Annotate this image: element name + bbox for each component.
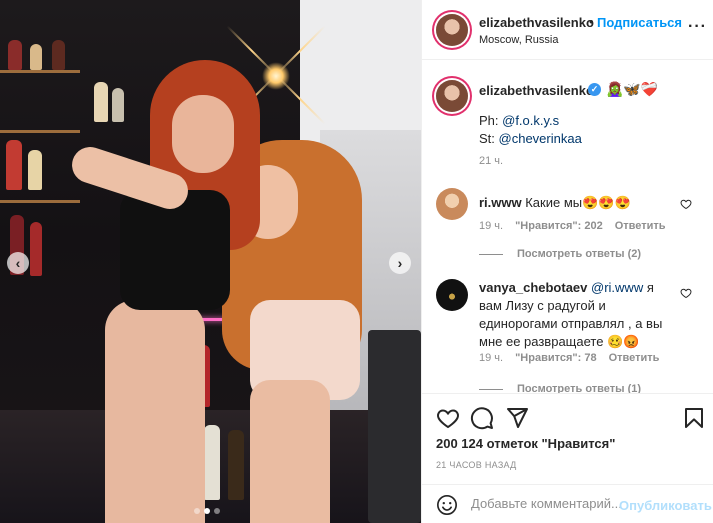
carousel-dot — [194, 508, 200, 514]
carousel-prev-button[interactable]: ‹ — [7, 252, 29, 274]
save-button[interactable] — [682, 406, 706, 430]
caption-avatar[interactable] — [436, 80, 468, 112]
photo-trash-bin — [368, 330, 421, 523]
caption-stylist: St: @cheverinkaa — [479, 131, 582, 146]
reply-button[interactable]: Ответить — [615, 220, 666, 232]
view-replies-button[interactable]: Посмотреть ответы (1) — [479, 383, 641, 393]
comment-text: ri.www Какие мы😍😍😍 — [479, 194, 679, 212]
mention-link[interactable]: @ri.www — [587, 280, 643, 295]
post-actions: 200 124 отметок "Нравится" 21 ЧАСОВ НАЗА… — [422, 393, 713, 523]
comment-icon — [470, 407, 493, 430]
smile-icon — [437, 495, 457, 515]
replies-divider — [479, 253, 503, 255]
heart-icon — [680, 288, 692, 299]
avatar[interactable] — [436, 14, 468, 46]
comment-avatar[interactable] — [436, 279, 468, 311]
chevron-left-icon: ‹ — [15, 255, 21, 271]
post-time[interactable]: 21 ЧАСОВ НАЗАД — [436, 460, 517, 470]
comment-like-button[interactable] — [680, 287, 692, 299]
comment-button[interactable] — [470, 406, 494, 430]
photo-bottle — [6, 140, 22, 190]
comment-username[interactable]: vanya_chebotaev — [479, 280, 587, 295]
caption-st-label: St: — [479, 131, 499, 146]
publish-button[interactable]: Опубликовать — [619, 498, 712, 513]
caption-ph-label: Ph: — [479, 113, 503, 128]
carousel-next-button[interactable]: › — [389, 252, 411, 274]
chevron-right-icon: › — [397, 255, 403, 271]
caption-emoji: 🧟‍♀️🦋❤️‍🩹 — [606, 81, 659, 97]
comment-avatar[interactable] — [436, 188, 468, 220]
post-sidebar: elizabethvasilenko • Подписаться Moscow,… — [421, 0, 713, 523]
photo-bottle — [52, 40, 65, 70]
mention-link[interactable]: @cheverinkaa — [499, 131, 582, 146]
emoji-button[interactable] — [436, 494, 458, 516]
view-replies-label: Посмотреть ответы (1) — [517, 383, 642, 393]
view-replies-label: Посмотреть ответы (2) — [517, 248, 642, 260]
bookmark-icon — [685, 408, 703, 428]
carousel-dot-active — [204, 508, 210, 514]
header-separator: • — [589, 14, 594, 29]
more-horizontal-icon: ··· — [688, 18, 707, 35]
caption-photographer: Ph: @f.o.k.y.s — [479, 113, 559, 128]
comment-input[interactable] — [471, 496, 621, 511]
photo-person-1-legs — [105, 300, 205, 523]
carousel-dot — [214, 508, 220, 514]
more-options-button[interactable]: ··· — [688, 18, 707, 36]
photo-bottle — [30, 222, 42, 276]
post-photo[interactable]: ‹ › — [0, 0, 421, 523]
likes-count[interactable]: 200 124 отметок "Нравится" — [436, 436, 615, 451]
view-replies-button[interactable]: Посмотреть ответы (2) — [479, 248, 641, 260]
like-button[interactable] — [436, 406, 460, 430]
comment-username[interactable]: ri.www — [479, 195, 522, 210]
mention-link[interactable]: @f.o.k.y.s — [502, 113, 559, 128]
carousel-dots — [194, 508, 220, 514]
caption-time[interactable]: 21 ч. — [479, 155, 503, 167]
send-icon — [507, 408, 528, 428]
photo-bottle — [94, 82, 108, 122]
reply-button[interactable]: Ответить — [609, 352, 660, 364]
photo-bottle — [228, 430, 244, 500]
comment-likes[interactable]: "Нравится": 78 — [515, 352, 596, 364]
photo-person-1-face — [172, 95, 234, 173]
comment-body: Какие мы😍😍😍 — [521, 195, 631, 210]
caption-username[interactable]: elizabethvasilenko — [479, 83, 594, 98]
comment-text: vanya_chebotaev @ri.www я вам Лизу с рад… — [479, 279, 679, 351]
follow-button[interactable]: Подписаться — [597, 15, 682, 30]
photo-shelf — [0, 70, 80, 73]
comment-time[interactable]: 19 ч. — [479, 352, 503, 364]
photo-bottle — [30, 44, 42, 70]
heart-icon — [437, 409, 459, 429]
comment-meta: 19 ч. "Нравится": 78 Ответить — [479, 352, 659, 364]
share-button[interactable] — [505, 406, 529, 430]
photo-shelf — [0, 130, 80, 133]
add-comment-bar: Опубликовать — [422, 484, 713, 523]
header-username[interactable]: elizabethvasilenko — [479, 15, 594, 30]
comment-like-button[interactable] — [680, 198, 692, 210]
photo-bottle — [204, 425, 220, 500]
photo-bottle — [28, 150, 42, 190]
comment-time[interactable]: 19 ч. — [479, 220, 503, 232]
heart-icon — [680, 199, 692, 210]
photo-bottle — [112, 88, 124, 122]
comment-likes[interactable]: "Нравится": 202 — [515, 220, 603, 232]
location-link[interactable]: Moscow, Russia — [479, 34, 558, 46]
photo-ceiling — [300, 0, 421, 150]
post-header: elizabethvasilenko • Подписаться Moscow,… — [422, 0, 713, 60]
photo-bottle — [8, 40, 22, 70]
comments-list[interactable]: elizabethvasilenko ✓ 🧟‍♀️🦋❤️‍🩹 Ph: @f.o.… — [422, 60, 713, 393]
verified-badge-icon: ✓ — [588, 83, 601, 96]
comment-meta: 19 ч. "Нравится": 202 Ответить — [479, 220, 666, 232]
photo-person-2-legs — [250, 380, 330, 523]
replies-divider — [479, 388, 503, 390]
photo-shelf — [0, 200, 80, 203]
